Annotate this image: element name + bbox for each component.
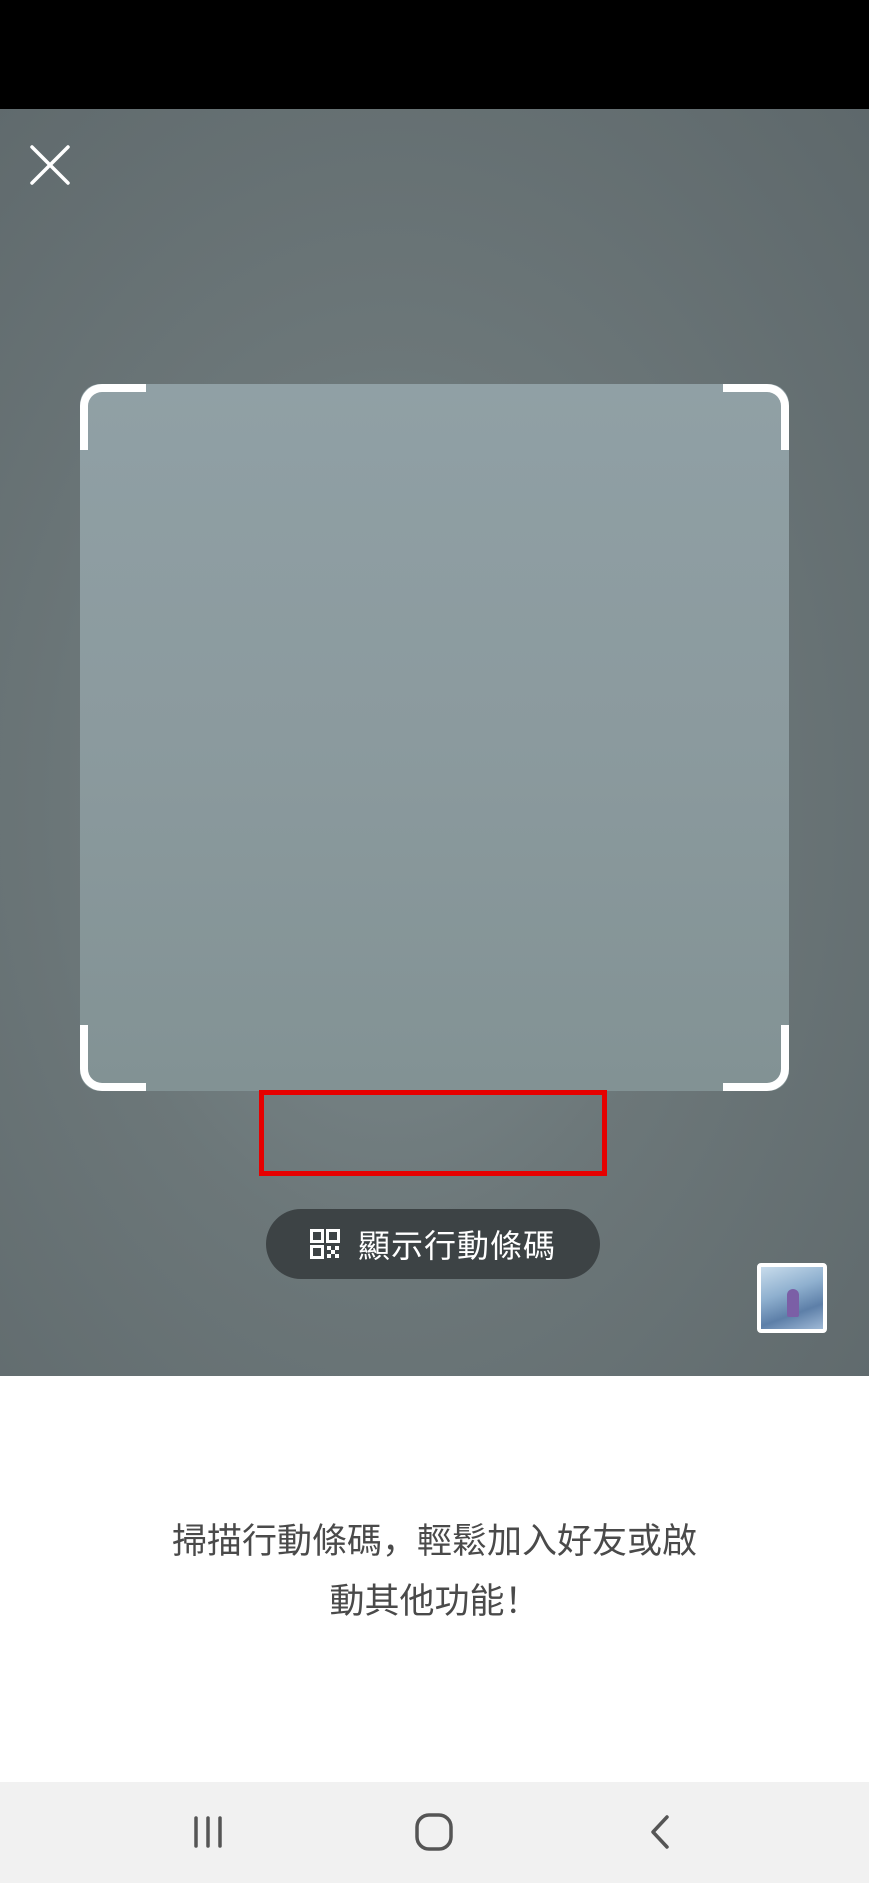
gallery-thumbnail[interactable] (757, 1263, 827, 1333)
home-icon (415, 1813, 453, 1851)
highlight-annotation (259, 1090, 607, 1176)
scan-instructions-line1: 掃描行動條碼，輕鬆加入好友或啟 (171, 1522, 697, 1562)
close-icon (30, 145, 70, 185)
back-icon (651, 1815, 669, 1849)
scan-instructions: 掃描行動條碼，輕鬆加入好友或啟 動其他功能！ (140, 1512, 729, 1632)
scan-corner-bottom-left (80, 1025, 146, 1091)
scan-corner-bottom-right (723, 1025, 789, 1091)
scan-instructions-line2: 動其他功能！ (329, 1582, 540, 1622)
status-bar (0, 0, 869, 109)
scan-corner-top-left (80, 384, 146, 450)
home-button[interactable] (394, 1802, 474, 1862)
camera-preview: 顯示行動條碼 (0, 109, 869, 1376)
scan-corner-top-right (723, 384, 789, 450)
system-nav-bar (0, 1782, 869, 1883)
close-button[interactable] (22, 137, 78, 193)
thumbnail-image (787, 1289, 799, 1317)
info-area: 掃描行動條碼，輕鬆加入好友或啟 動其他功能！ (0, 1376, 869, 1782)
back-button[interactable] (620, 1802, 700, 1862)
show-qr-code-label: 顯示行動條碼 (357, 1227, 556, 1265)
qr-code-icon (309, 1229, 340, 1259)
recent-apps-icon (194, 1816, 222, 1848)
show-qr-code-button[interactable]: 顯示行動條碼 (266, 1209, 600, 1279)
recent-apps-button[interactable] (168, 1802, 248, 1862)
scan-frame (80, 384, 789, 1091)
